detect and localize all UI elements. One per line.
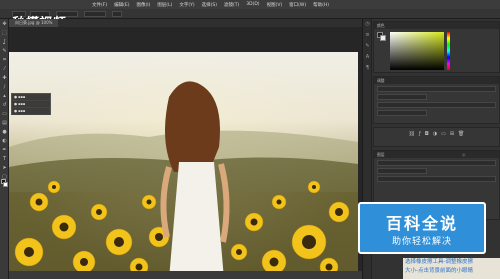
baike-subtitle: 助你轻松解决 [391, 237, 452, 247]
lasso-tool-icon[interactable]: ʆ [0, 37, 9, 46]
menu-item-help[interactable]: 帮助(H) [313, 2, 329, 8]
path-select-tool-icon[interactable]: ➤ [0, 163, 9, 172]
color-panel: 颜色 [373, 21, 500, 73]
background-color-swatch[interactable] [3, 182, 8, 187]
layer-row[interactable]: ● ▪▪▪ [12, 94, 50, 101]
adjust-row[interactable] [377, 86, 496, 92]
move-tool-icon[interactable]: ✥ [0, 19, 9, 28]
floating-layers-list: ● ▪▪▪ ● ▪▪▪ ● ▪▪▪ [11, 93, 51, 115]
paragraph-icon[interactable]: ¶ [363, 65, 372, 74]
menu-item-layer[interactable]: 图层(L) [157, 2, 172, 8]
adjust-row[interactable] [377, 102, 496, 108]
stamp-tool-icon[interactable]: ▴ [0, 91, 9, 100]
trash-icon[interactable]: 🗑 [458, 131, 464, 137]
mask-icon[interactable]: ◘ [425, 131, 429, 137]
layer-tool-icons: ⛓ ƒ ◘ ◑ ▭ ⊞ 🗑 [374, 128, 499, 140]
menu-item-select[interactable]: 选择(S) [202, 2, 217, 8]
healing-tool-icon[interactable]: ✚ [0, 73, 9, 82]
menu-item-image[interactable]: 图像(I) [136, 2, 150, 8]
link-icon[interactable]: ⛓ [409, 131, 415, 137]
adjustments-panel: 调整 [373, 76, 500, 124]
blend-mode-row[interactable] [377, 168, 427, 174]
fx-icon[interactable]: ƒ [419, 131, 421, 137]
brush-settings-icon[interactable]: ✎ [363, 43, 372, 52]
menu-item-filter[interactable]: 滤镜(T) [224, 2, 239, 8]
hue-slider[interactable] [447, 32, 450, 70]
layers-panel-title: 图层 [374, 151, 499, 158]
eraser-tool-icon[interactable]: ▭ [0, 109, 9, 118]
baike-title: 百科全说 [385, 214, 458, 233]
history-icon[interactable]: ◷ [363, 21, 372, 30]
sunflower-photo[interactable] [9, 52, 358, 279]
adjust-icon[interactable]: ◑ [433, 131, 437, 137]
history-brush-tool-icon[interactable]: ↺ [0, 100, 9, 109]
eyedropper-tool-icon[interactable]: ⁄ [0, 64, 9, 73]
color-panel-title: 颜色 [374, 22, 499, 29]
credit-mark: ◎ [462, 152, 466, 157]
menu-bar: 文件(F) 编辑(E) 图像(I) 图层(L) 文字(Y) 选择(S) 滤镜(T… [0, 0, 500, 9]
layer-filter-row[interactable] [377, 160, 496, 166]
adjust-row[interactable] [377, 110, 427, 116]
photo-illustration [9, 52, 358, 279]
flow-field[interactable] [84, 11, 106, 17]
color-chips [377, 32, 387, 42]
brush-tool-icon[interactable]: ∕ [0, 82, 9, 91]
quick-select-tool-icon[interactable]: ✎ [0, 46, 9, 55]
pen-tool-icon[interactable]: ✒ [0, 145, 9, 154]
status-bar [9, 271, 362, 279]
subtitle-caption: 选择橡皮擦工具-调整橡皮擦 大小-点击背景前面的小眼睛 [403, 258, 500, 279]
dodge-tool-icon[interactable]: ◐ [0, 136, 9, 145]
airbrush-toggle[interactable] [112, 11, 122, 17]
baike-box: 百科全说 助你轻松解决 [358, 202, 486, 254]
background-chip[interactable] [380, 35, 386, 41]
menu-item-file[interactable]: 文件(F) [92, 2, 107, 8]
type-tool-icon[interactable]: T [0, 154, 9, 163]
crop-tool-icon[interactable]: ⌗ [0, 55, 9, 64]
adjustments-panel-title: 调整 [374, 77, 499, 84]
menu-item-3d[interactable]: 3D(D) [246, 2, 259, 7]
caption-line-1: 选择橡皮擦工具-调整橡皮擦 [405, 259, 473, 265]
menu-item-type[interactable]: 文字(Y) [179, 2, 194, 8]
gradient-tool-icon[interactable]: ▤ [0, 118, 9, 127]
color-picker-field[interactable] [390, 32, 444, 70]
menu-item-window[interactable]: 窗口(W) [289, 2, 306, 8]
layer-row[interactable]: ● ▪▪▪ [12, 101, 50, 108]
caption-line-2: 大小-点击背景前面的小眼睛 [405, 268, 473, 274]
menu-item-edit[interactable]: 编辑(E) [114, 2, 129, 8]
character-icon[interactable]: A [363, 54, 372, 63]
blur-tool-icon[interactable]: ● [0, 127, 9, 136]
lock-row[interactable] [377, 176, 496, 182]
canvas-area[interactable] [9, 27, 362, 279]
adjust-row[interactable] [377, 94, 427, 100]
folder-icon[interactable]: ▭ [441, 131, 446, 137]
menu-item-view[interactable]: 视图(V) [267, 2, 283, 8]
layer-tools-panel: ⛓ ƒ ◘ ◑ ▭ ⊞ 🗑 [373, 127, 500, 147]
document-tab[interactable]: 向日葵.jpg @ 100% [9, 19, 59, 27]
document-tabs: 向日葵.jpg @ 100% [9, 19, 362, 27]
properties-icon[interactable]: ≡ [363, 32, 372, 41]
tools-panel: ✥ ⬚ ʆ ✎ ⌗ ⁄ ✚ ∕ ▴ ↺ ▭ ▤ ● ◐ ✒ T ➤ ▢ [0, 19, 9, 279]
options-bar [0, 9, 500, 19]
marquee-tool-icon[interactable]: ⬚ [0, 28, 9, 37]
layer-row[interactable]: ● ▪▪▪ [12, 108, 50, 115]
new-layer-icon[interactable]: ⊞ [450, 131, 454, 137]
